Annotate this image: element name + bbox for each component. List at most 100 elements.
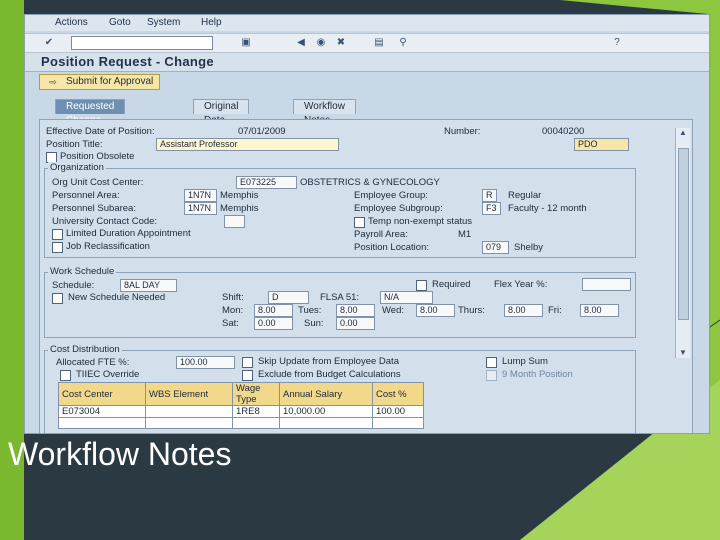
table-row[interactable]: E073004 1RE8 10,000.00 100.00 [58,405,424,418]
lump-sum-checkbox[interactable] [486,357,497,368]
col-cost-center[interactable]: Cost Center [58,382,146,406]
standard-toolbar: ✔ ▣ ◀ ◉ ✖ ▤ ⚲ ? [25,33,709,53]
menu-bar: Actions Goto System Help [25,15,709,31]
fri-field[interactable]: 8.00 [580,304,619,317]
tiiec-override-checkbox[interactable] [60,370,71,381]
pdo-button[interactable]: PDO [574,138,629,151]
col-wbs-element[interactable]: WBS Element [145,382,233,406]
cell-wbs-element[interactable] [145,417,233,429]
job-reclass-label: Job Reclassification [66,241,150,252]
position-title-field[interactable]: Assistant Professor [156,138,339,151]
mon-field[interactable]: 8.00 [254,304,293,317]
scroll-thumb[interactable] [678,148,689,320]
check-icon[interactable]: ✔ [43,37,55,49]
cell-cost-center[interactable]: E073004 [58,405,146,418]
required-checkbox[interactable] [416,280,427,291]
save-icon[interactable]: ▣ [240,37,252,49]
application-toolbar: ⇨ Submit for Approval [25,73,709,91]
help-icon[interactable]: ? [611,37,623,49]
employee-group-label: Employee Group: [354,190,428,201]
tues-label: Tues: [298,305,322,316]
find-icon[interactable]: ⚲ [397,37,409,49]
back-icon[interactable]: ◀ [295,37,307,49]
cell-wage-type[interactable]: 1RE8 [232,405,280,418]
thurs-field[interactable]: 8.00 [504,304,543,317]
employee-subgroup-name: Faculty - 12 month [508,203,587,214]
menu-item-goto[interactable]: Goto [109,17,131,28]
skip-update-checkbox[interactable] [242,357,253,368]
col-annual-salary[interactable]: Annual Salary [279,382,373,406]
temp-exempt-label: Temp non-exempt status [368,216,473,227]
exclude-budget-checkbox[interactable] [242,370,253,381]
employee-subgroup-label: Employee Subgroup: [354,203,443,214]
university-contact-field[interactable] [224,215,245,228]
menu-item-system[interactable]: System [147,17,180,28]
submit-icon: ⇨ [49,77,57,87]
cancel-icon[interactable]: ✖ [335,37,347,49]
sun-field[interactable]: 0.00 [336,317,375,330]
position-location-field[interactable]: 079 [482,241,509,254]
table-row[interactable] [58,417,424,429]
cell-annual-salary[interactable]: 10,000.00 [279,405,373,418]
flsa-field[interactable]: N/A [380,291,433,304]
submit-for-approval-button[interactable]: ⇨ Submit for Approval [39,74,161,90]
employee-subgroup-field[interactable]: F3 [482,202,501,215]
menu-item-actions[interactable]: Actions [55,17,88,28]
schedule-field[interactable]: 8AL DAY [120,279,177,292]
command-field[interactable] [71,36,213,50]
cell-wage-type[interactable] [232,417,280,429]
cost-distribution-title: Cost Distribution [48,344,122,355]
mon-label: Mon: [222,305,244,316]
scroll-down-icon[interactable]: ▼ [677,348,689,358]
scroll-up-icon[interactable]: ▲ [677,128,689,138]
personnel-area-field[interactable]: 1N7N [184,189,217,202]
sat-field[interactable]: 0.00 [254,317,293,330]
shift-field[interactable]: D [268,291,309,304]
menu-item-help[interactable]: Help [201,17,222,28]
limited-duration-checkbox[interactable] [52,229,63,240]
wed-field[interactable]: 8.00 [416,304,455,317]
payroll-area-label: Payroll Area: [354,229,408,240]
payroll-area-value: M1 [458,229,472,240]
job-reclass-checkbox[interactable] [52,242,63,253]
allocated-fte-field[interactable]: 100.00 [176,356,235,369]
new-schedule-label: New Schedule Needed [68,292,166,303]
nine-month-checkbox[interactable] [486,370,497,381]
tues-field[interactable]: 8.00 [336,304,375,317]
personnel-subarea-label: Personnel Subarea: [52,203,136,214]
exit-icon[interactable]: ◉ [315,37,327,49]
print-icon[interactable]: ▤ [373,37,385,49]
effective-date-value: 07/01/2009 [238,126,286,137]
flex-year-label: Flex Year %: [494,279,548,290]
slide-caption: Workflow Notes [8,436,232,472]
tiiec-override-label: TIIEC Override [76,369,140,380]
number-label: Number: [444,126,481,137]
position-location-label: Position Location: [354,242,429,253]
employee-group-field[interactable]: R [482,189,497,202]
lump-sum-label: Lump Sum [502,356,548,367]
flex-year-field[interactable] [582,278,631,291]
cell-cost-percent[interactable] [372,417,424,429]
cell-cost-percent[interactable]: 100.00 [372,405,424,418]
nine-month-label: 9 Month Position [502,369,573,380]
new-schedule-checkbox[interactable] [52,293,63,304]
work-schedule-title: Work Schedule [48,266,117,277]
temp-exempt-checkbox[interactable] [354,217,365,228]
col-wage-type[interactable]: Wage Type [232,382,280,406]
cell-cost-center[interactable] [58,417,146,429]
cell-wbs-element[interactable] [145,405,233,418]
wed-label: Wed: [382,305,405,316]
tab-workflow-notes[interactable]: Workflow Notes [293,99,356,126]
col-cost-percent[interactable]: Cost % [372,382,424,406]
sun-label: Sun: [304,318,324,329]
tab-original-data[interactable]: Original Data [193,99,250,126]
personnel-area-label: Personnel Area: [52,190,120,201]
org-unit-field[interactable]: E073225 [236,176,297,189]
vertical-scrollbar[interactable]: ▲ ▼ [675,128,690,358]
tab-panel: Effective Date of Position: 07/01/2009 N… [39,119,693,433]
personnel-subarea-field[interactable]: 1N7N [184,202,217,215]
thurs-label: Thurs: [458,305,485,316]
tab-requested-change[interactable]: Requested Change [55,99,126,126]
flsa-label: FLSA 51: [320,292,360,303]
cell-annual-salary[interactable] [279,417,373,429]
